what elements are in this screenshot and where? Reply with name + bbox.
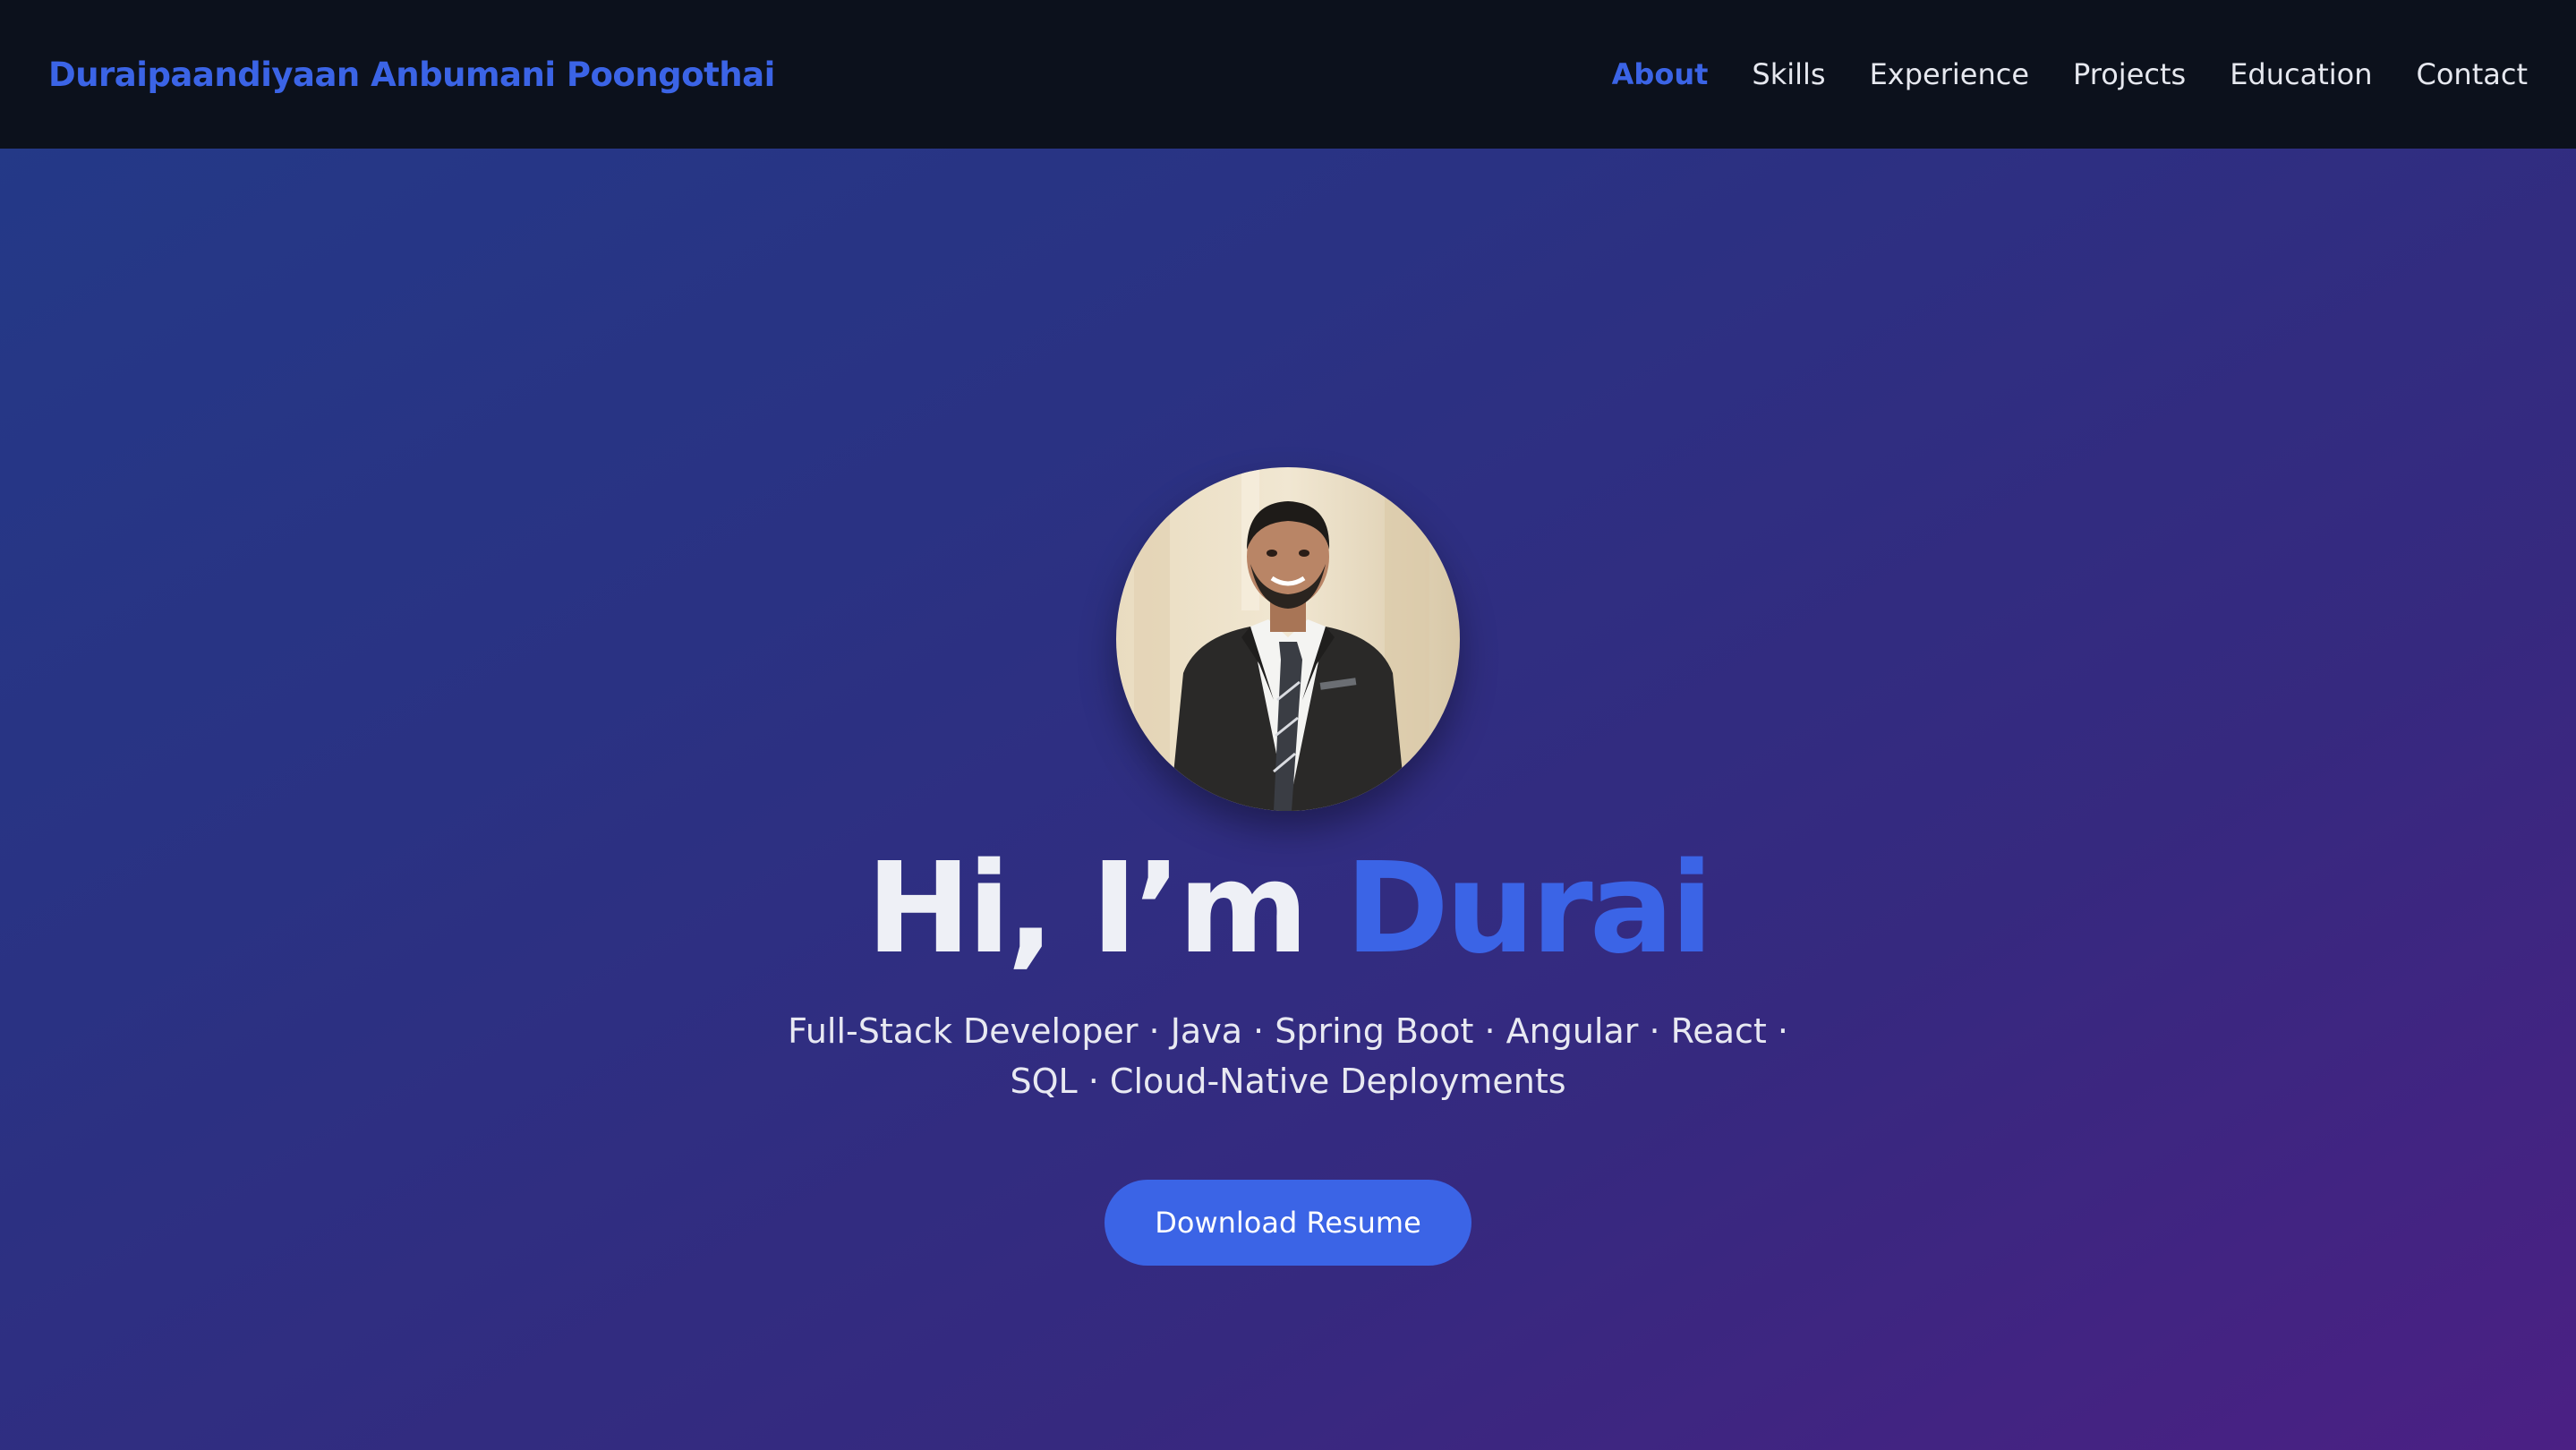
nav-link-about[interactable]: About [1612,57,1709,91]
nav-link-projects[interactable]: Projects [2073,57,2186,91]
profile-avatar [1116,467,1460,811]
profile-photo [1116,467,1460,811]
navbar: Duraipaandiyaan Anbumani Poongothai Abou… [0,0,2576,149]
hero-section: Hi, I’m Durai Full-Stack Developer · Jav… [0,149,2576,1450]
hero-title: Hi, I’m Durai [866,836,1713,982]
hero-tagline: Full-Stack Developer · Java · Spring Boo… [788,1011,1788,1101]
brand-name[interactable]: Duraipaandiyaan Anbumani Poongothai [48,55,775,94]
hero-greeting: Hi, I’m [866,836,1345,982]
nav-link-contact[interactable]: Contact [2417,57,2529,91]
nav-links: About Skills Experience Projects Educati… [1612,57,2528,91]
nav-link-education[interactable]: Education [2230,57,2372,91]
nav-link-skills[interactable]: Skills [1752,57,1825,91]
nav-link-experience[interactable]: Experience [1870,57,2029,91]
download-resume-button[interactable]: Download Resume [1105,1180,1471,1266]
hero-name: Durai [1344,836,1713,982]
